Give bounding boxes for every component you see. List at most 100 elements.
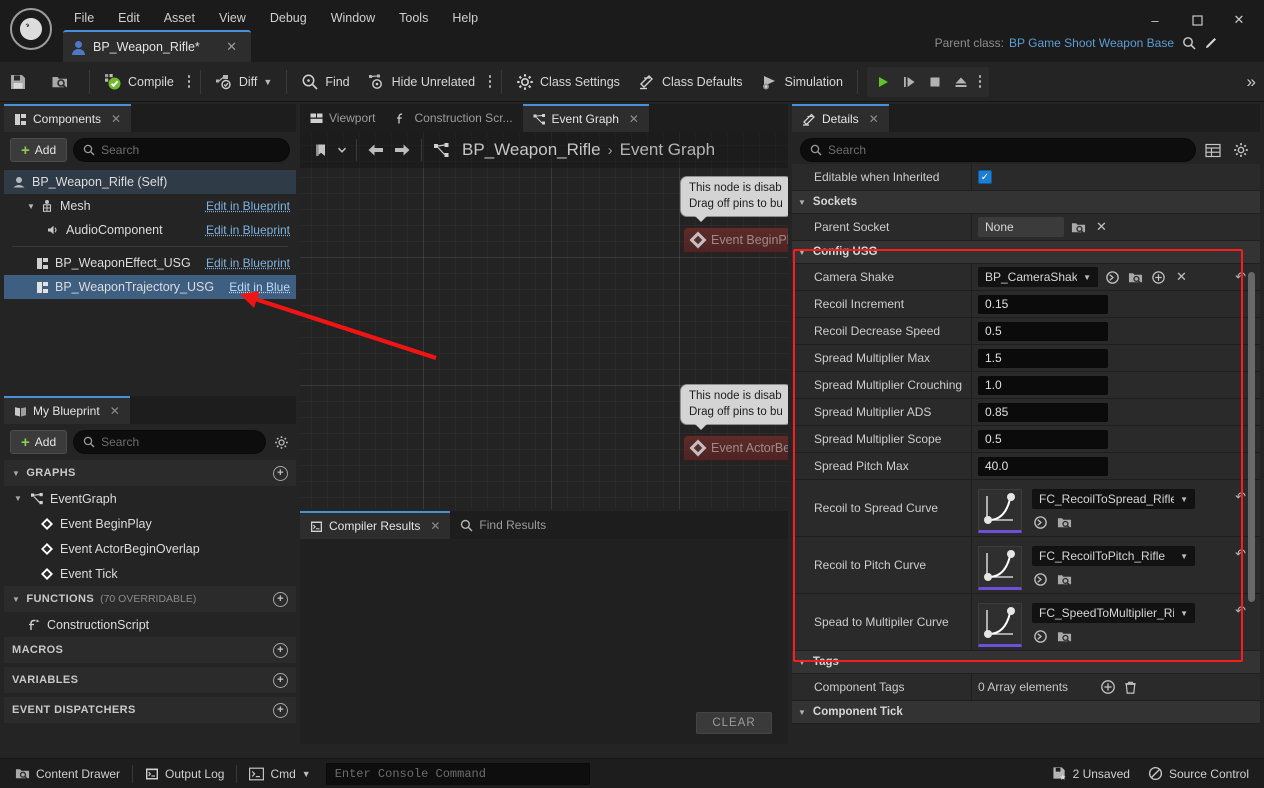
spread-multiplier-crouching-input[interactable]: 1.0 [978, 375, 1108, 395]
component-row-audiocomponent[interactable]: AudioComponent Edit in Blueprint [4, 218, 296, 242]
my-blueprint-search-input[interactable] [101, 435, 257, 449]
spread-multiplier-ads-input[interactable]: 0.85 [978, 402, 1108, 422]
tab-details-close-icon[interactable]: ✕ [869, 112, 879, 126]
function-row-constructionscript[interactable]: ConstructionScript [4, 612, 296, 637]
browse-folder-icon[interactable] [1070, 219, 1087, 236]
chevron-down-icon[interactable]: ▼ [302, 769, 311, 779]
menu-item-window[interactable]: Window [319, 7, 387, 29]
add-component-button[interactable]: + Add [10, 138, 68, 162]
parent-class-value[interactable]: BP Game Shoot Weapon Base [1009, 36, 1174, 50]
tab-event-graph-close-icon[interactable]: ✕ [629, 112, 639, 126]
recoil-decrease-speed-input[interactable]: 0.5 [978, 321, 1108, 341]
use-selected-asset-icon[interactable] [1104, 269, 1121, 286]
components-search-box[interactable] [73, 138, 290, 162]
recoil-increment-input[interactable]: 0.15 [978, 294, 1108, 314]
gear-icon[interactable] [1230, 139, 1252, 161]
hide-unrelated-button[interactable]: Hide Unrelated [360, 66, 483, 98]
category-tags[interactable]: ▼ Tags [792, 651, 1260, 674]
edit-in-blueprint-link[interactable]: Edit in Blueprint [206, 256, 290, 270]
edit-in-blueprint-link[interactable]: Edit in Blue [229, 280, 290, 294]
step-button[interactable] [896, 69, 922, 95]
add-blueprint-item-button[interactable]: + Add [10, 430, 68, 454]
graph-node-event-beginplay[interactable]: Event BeginPla [683, 227, 788, 253]
spread-multiplier-max-input[interactable]: 1.5 [978, 348, 1108, 368]
category-sockets[interactable]: ▼ Sockets [792, 191, 1260, 214]
components-search-input[interactable] [101, 143, 280, 157]
property-row-spread-pitch-max[interactable]: Spread Pitch Max 40.0 [792, 453, 1260, 480]
graph-row-event-beginplay[interactable]: Event BeginPlay [4, 511, 296, 536]
expand-caret-icon[interactable]: ▼ [24, 202, 38, 211]
compile-button[interactable]: Compile [96, 66, 182, 98]
curve-thumbnail[interactable] [978, 489, 1022, 533]
graph-row-event-actorbeginoverlap[interactable]: Event ActorBeginOverlap [4, 536, 296, 561]
details-search-input[interactable] [828, 143, 1186, 157]
recoil-to-pitch-curve-combo[interactable]: FC_RecoilToPitch_Rifle ▼ [1032, 546, 1195, 566]
document-tab-close-icon[interactable]: ✕ [220, 39, 243, 55]
stop-button[interactable] [922, 69, 948, 95]
bookmark-icon[interactable] [308, 137, 334, 163]
cmd-selector[interactable]: Cmd ▼ [240, 763, 319, 785]
recoil-to-spread-curve-combo[interactable]: FC_RecoilToSpread_Rifle ▼ [1032, 489, 1195, 509]
section-variables[interactable]: VARIABLES + [4, 667, 296, 693]
add-event-dispatcher-button[interactable]: + [273, 702, 288, 718]
curve-thumbnail[interactable] [978, 546, 1022, 590]
edit-in-blueprint-link[interactable]: Edit in Blueprint [206, 223, 290, 237]
blueprint-graph-canvas[interactable]: BLUEPRINT This node is disab Drag off pi… [300, 132, 788, 509]
play-button[interactable] [870, 69, 896, 95]
property-row-spread-multiplier-scope[interactable]: Spread Multiplier Scope 0.5 [792, 426, 1260, 453]
section-graphs[interactable]: ▼ GRAPHS + [4, 460, 296, 486]
class-defaults-button[interactable]: Class Defaults [630, 66, 751, 98]
add-array-element-icon[interactable] [1099, 679, 1116, 696]
tab-my-blueprint[interactable]: My Blueprint ✕ [4, 396, 130, 424]
spread-multiplier-scope-input[interactable]: 0.5 [978, 429, 1108, 449]
property-row-camera-shake[interactable]: Camera Shake BP_CameraShake_ ▼ [792, 264, 1260, 291]
chevron-down-icon[interactable]: ▼ [263, 77, 272, 87]
browse-folder-icon[interactable] [1056, 628, 1073, 645]
section-event-dispatchers[interactable]: EVENT DISPATCHERS + [4, 697, 296, 723]
tab-components[interactable]: Components ✕ [4, 104, 132, 132]
property-row-spread-multiplier-crouching[interactable]: Spread Multiplier Crouching 1.0 [792, 372, 1260, 399]
tab-compiler-results[interactable]: Compiler Results ✕ [300, 511, 451, 539]
compile-options-button[interactable] [183, 69, 195, 95]
component-row-self[interactable]: BP_Weapon_Rifle (Self) [4, 170, 296, 194]
document-tab-bp-weapon-rifle[interactable]: BP_Weapon_Rifle* ✕ [63, 30, 251, 62]
close-window-button[interactable]: ✕ [1218, 6, 1260, 34]
search-icon[interactable] [1182, 36, 1196, 50]
category-component-tick[interactable]: ▼ Component Tick [792, 701, 1260, 724]
play-options-button[interactable] [974, 69, 986, 95]
spead-to-multipiler-curve-combo[interactable]: FC_SpeedToMultiplier_Rifle ▼ [1032, 603, 1195, 623]
output-log-button[interactable]: Output Log [136, 763, 233, 785]
details-search-box[interactable] [800, 138, 1196, 162]
property-row-recoil-increment[interactable]: Recoil Increment 0.15 [792, 291, 1260, 318]
tab-find-results[interactable]: Find Results [450, 511, 556, 539]
tab-construction-script[interactable]: Construction Scr... [385, 104, 522, 132]
clear-x-icon[interactable]: ✕ [1173, 269, 1190, 286]
collapse-caret-icon[interactable]: ▼ [12, 595, 20, 604]
category-config-usg[interactable]: ▼ Config USG [792, 241, 1260, 264]
source-control-button[interactable]: Source Control [1139, 763, 1258, 785]
browse-folder-icon[interactable] [1056, 571, 1073, 588]
collapse-caret-icon[interactable]: ▼ [12, 469, 20, 478]
edit-pencil-icon[interactable] [1204, 36, 1218, 50]
add-variable-button[interactable]: + [273, 672, 288, 688]
expand-caret-icon[interactable]: ▼ [14, 494, 27, 503]
tab-compiler-results-close-icon[interactable]: ✕ [430, 519, 440, 533]
menu-item-help[interactable]: Help [440, 7, 490, 29]
property-row-recoil-to-spread-curve[interactable]: Recoil to Spread Curve FC_RecoilToSpread… [792, 480, 1260, 537]
save-button[interactable] [1, 66, 41, 98]
eject-button[interactable] [948, 69, 974, 95]
find-button[interactable]: Find [293, 66, 357, 98]
property-row-recoil-decrease-speed[interactable]: Recoil Decrease Speed 0.5 [792, 318, 1260, 345]
breadcrumb-root[interactable]: BP_Weapon_Rifle [462, 140, 601, 160]
class-settings-button[interactable]: Class Settings [508, 66, 628, 98]
reset-to-default-icon[interactable]: ↶ [1235, 603, 1254, 619]
content-drawer-button[interactable]: Content Drawer [6, 763, 129, 785]
menu-item-debug[interactable]: Debug [258, 7, 319, 29]
add-graph-button[interactable]: + [273, 465, 288, 481]
clear-button[interactable]: CLEAR [696, 712, 772, 734]
curve-thumbnail[interactable] [978, 603, 1022, 647]
menu-item-view[interactable]: View [207, 7, 258, 29]
hide-unrelated-options-button[interactable] [484, 69, 496, 95]
component-row-weapontrajectory-usg[interactable]: BP_WeaponTrajectory_USG Edit in Blue [4, 275, 296, 299]
tab-event-graph[interactable]: Event Graph ✕ [522, 104, 649, 132]
